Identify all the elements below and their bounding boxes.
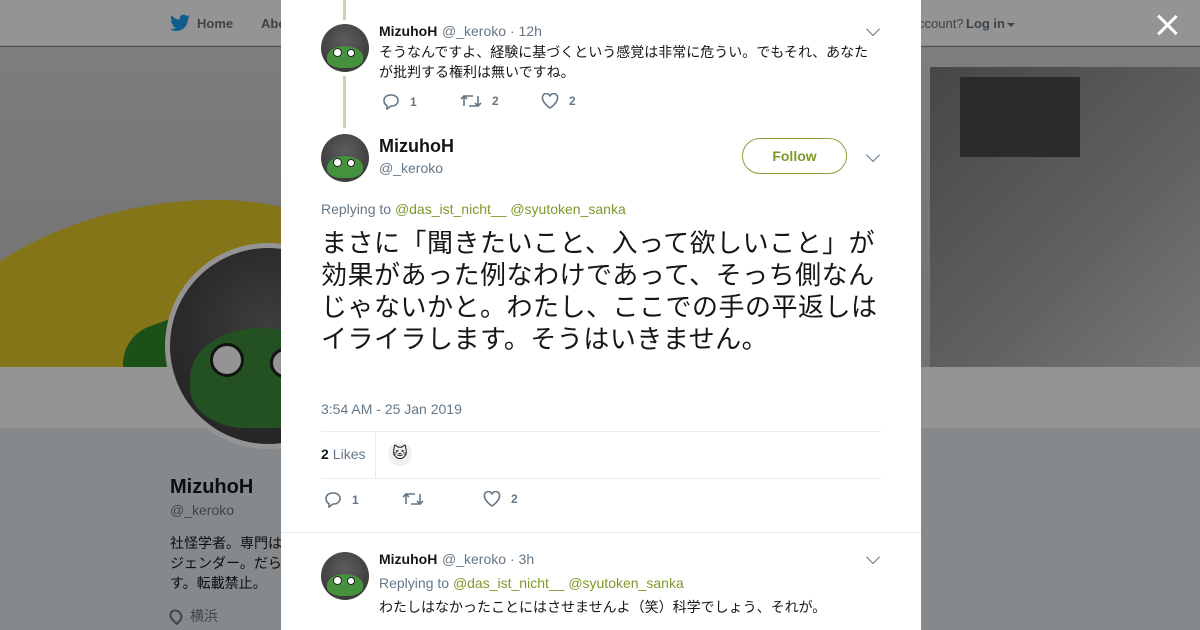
frog-eye [333,576,342,585]
tweet-author-handle[interactable]: @_keroko [442,551,506,567]
mention-link[interactable]: @syutoken_sanka [568,575,683,591]
reply-icon [383,94,399,110]
replying-to: Replying to @das_ist_nicht__ @syutoken_s… [321,201,626,217]
frog-shape [327,46,363,68]
frog-shape [327,156,363,178]
divider [281,532,921,533]
frog-eye [347,159,355,167]
divider [375,432,376,478]
tweet-text: そうなんですよ、経験に基づくという感覚は非常に危うい。でもそれ、あなたが批判する… [379,44,869,80]
replying-to-label: Replying to [379,575,450,591]
reply-count: 1 [410,94,417,109]
tweet-time[interactable]: · 3h [510,551,534,567]
frog-eye [333,48,342,57]
replying-to: Replying to @das_ist_nicht__ @syutoken_s… [379,575,684,591]
retweet-icon [402,492,424,506]
liker-avatar[interactable]: 🐱 [388,442,412,466]
avatar[interactable] [321,134,369,182]
tweet-author-name[interactable]: MizuhoH [379,551,437,567]
retweet-icon [460,94,482,108]
reply-button[interactable]: 1 [324,491,359,508]
frog-eye [333,158,342,167]
mention-link[interactable]: @das_ist_nicht__ [395,201,507,217]
close-icon[interactable] [1154,12,1180,38]
likes-label: Likes [332,446,366,462]
frog-eye [347,49,355,57]
divider [321,431,881,432]
thread-connector-line [343,0,346,20]
like-button[interactable]: 2 [483,491,518,507]
mention-link[interactable]: @das_ist_nicht__ [453,575,565,591]
heart-icon [483,491,501,507]
avatar[interactable] [321,552,369,600]
like-button[interactable]: 2 [541,93,576,109]
retweet-button[interactable] [402,491,434,507]
frog-shape [327,574,363,596]
tweet-timestamp[interactable]: 3:54 AM - 25 Jan 2019 [321,401,462,417]
like-count: 2 [511,492,518,506]
tweet-text: わたしはなかったことにはさせませんよ（笑）科学でしょう、それが。 [379,599,827,615]
follow-button[interactable]: Follow [742,138,847,174]
tweet-text: まさに「聞きたいこと、入って欲しいこと」が効果があった例なわけであって、そっち側… [321,229,878,355]
divider [321,478,881,479]
heart-icon [541,93,559,109]
tweet-author-name[interactable]: MizuhoH [379,23,437,39]
mention-link[interactable]: @syutoken_sanka [510,201,625,217]
retweet-count: 2 [492,94,499,108]
reply-button[interactable]: 1 [382,93,417,110]
likes-count: 2 [321,446,329,462]
frog-eye [347,577,355,585]
reply-icon [325,492,341,508]
tweet-time[interactable]: · 12h [510,23,542,39]
avatar[interactable] [321,24,369,72]
tweet-author-handle[interactable]: @_keroko [442,23,506,39]
likes-stat[interactable]: 2 Likes [321,446,365,462]
like-count: 2 [569,94,576,108]
thread-connector-line [343,76,346,128]
tweet-author-name[interactable]: MizuhoH [379,136,454,157]
reply-count: 1 [352,492,359,507]
tweet-author-handle[interactable]: @_keroko [379,160,443,176]
retweet-button[interactable]: 2 [460,93,499,109]
replying-to-label: Replying to [321,201,392,217]
